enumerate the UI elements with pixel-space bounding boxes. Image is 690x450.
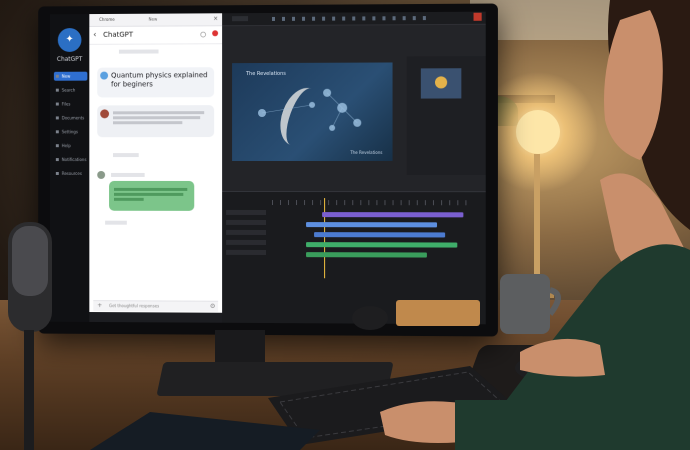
mug-handle	[550, 290, 558, 314]
photo-scene: ✦ ChatGPT New Search Files Documents Set…	[0, 0, 690, 450]
webcam	[352, 306, 388, 330]
wooden-organizer	[396, 300, 480, 326]
coffee-mug	[500, 274, 550, 334]
microphone-mesh	[12, 226, 48, 296]
microphone-stand	[24, 330, 34, 450]
person-sleeve	[455, 400, 515, 450]
foreground-objects	[0, 0, 690, 450]
person-hand-mouse	[520, 339, 605, 377]
